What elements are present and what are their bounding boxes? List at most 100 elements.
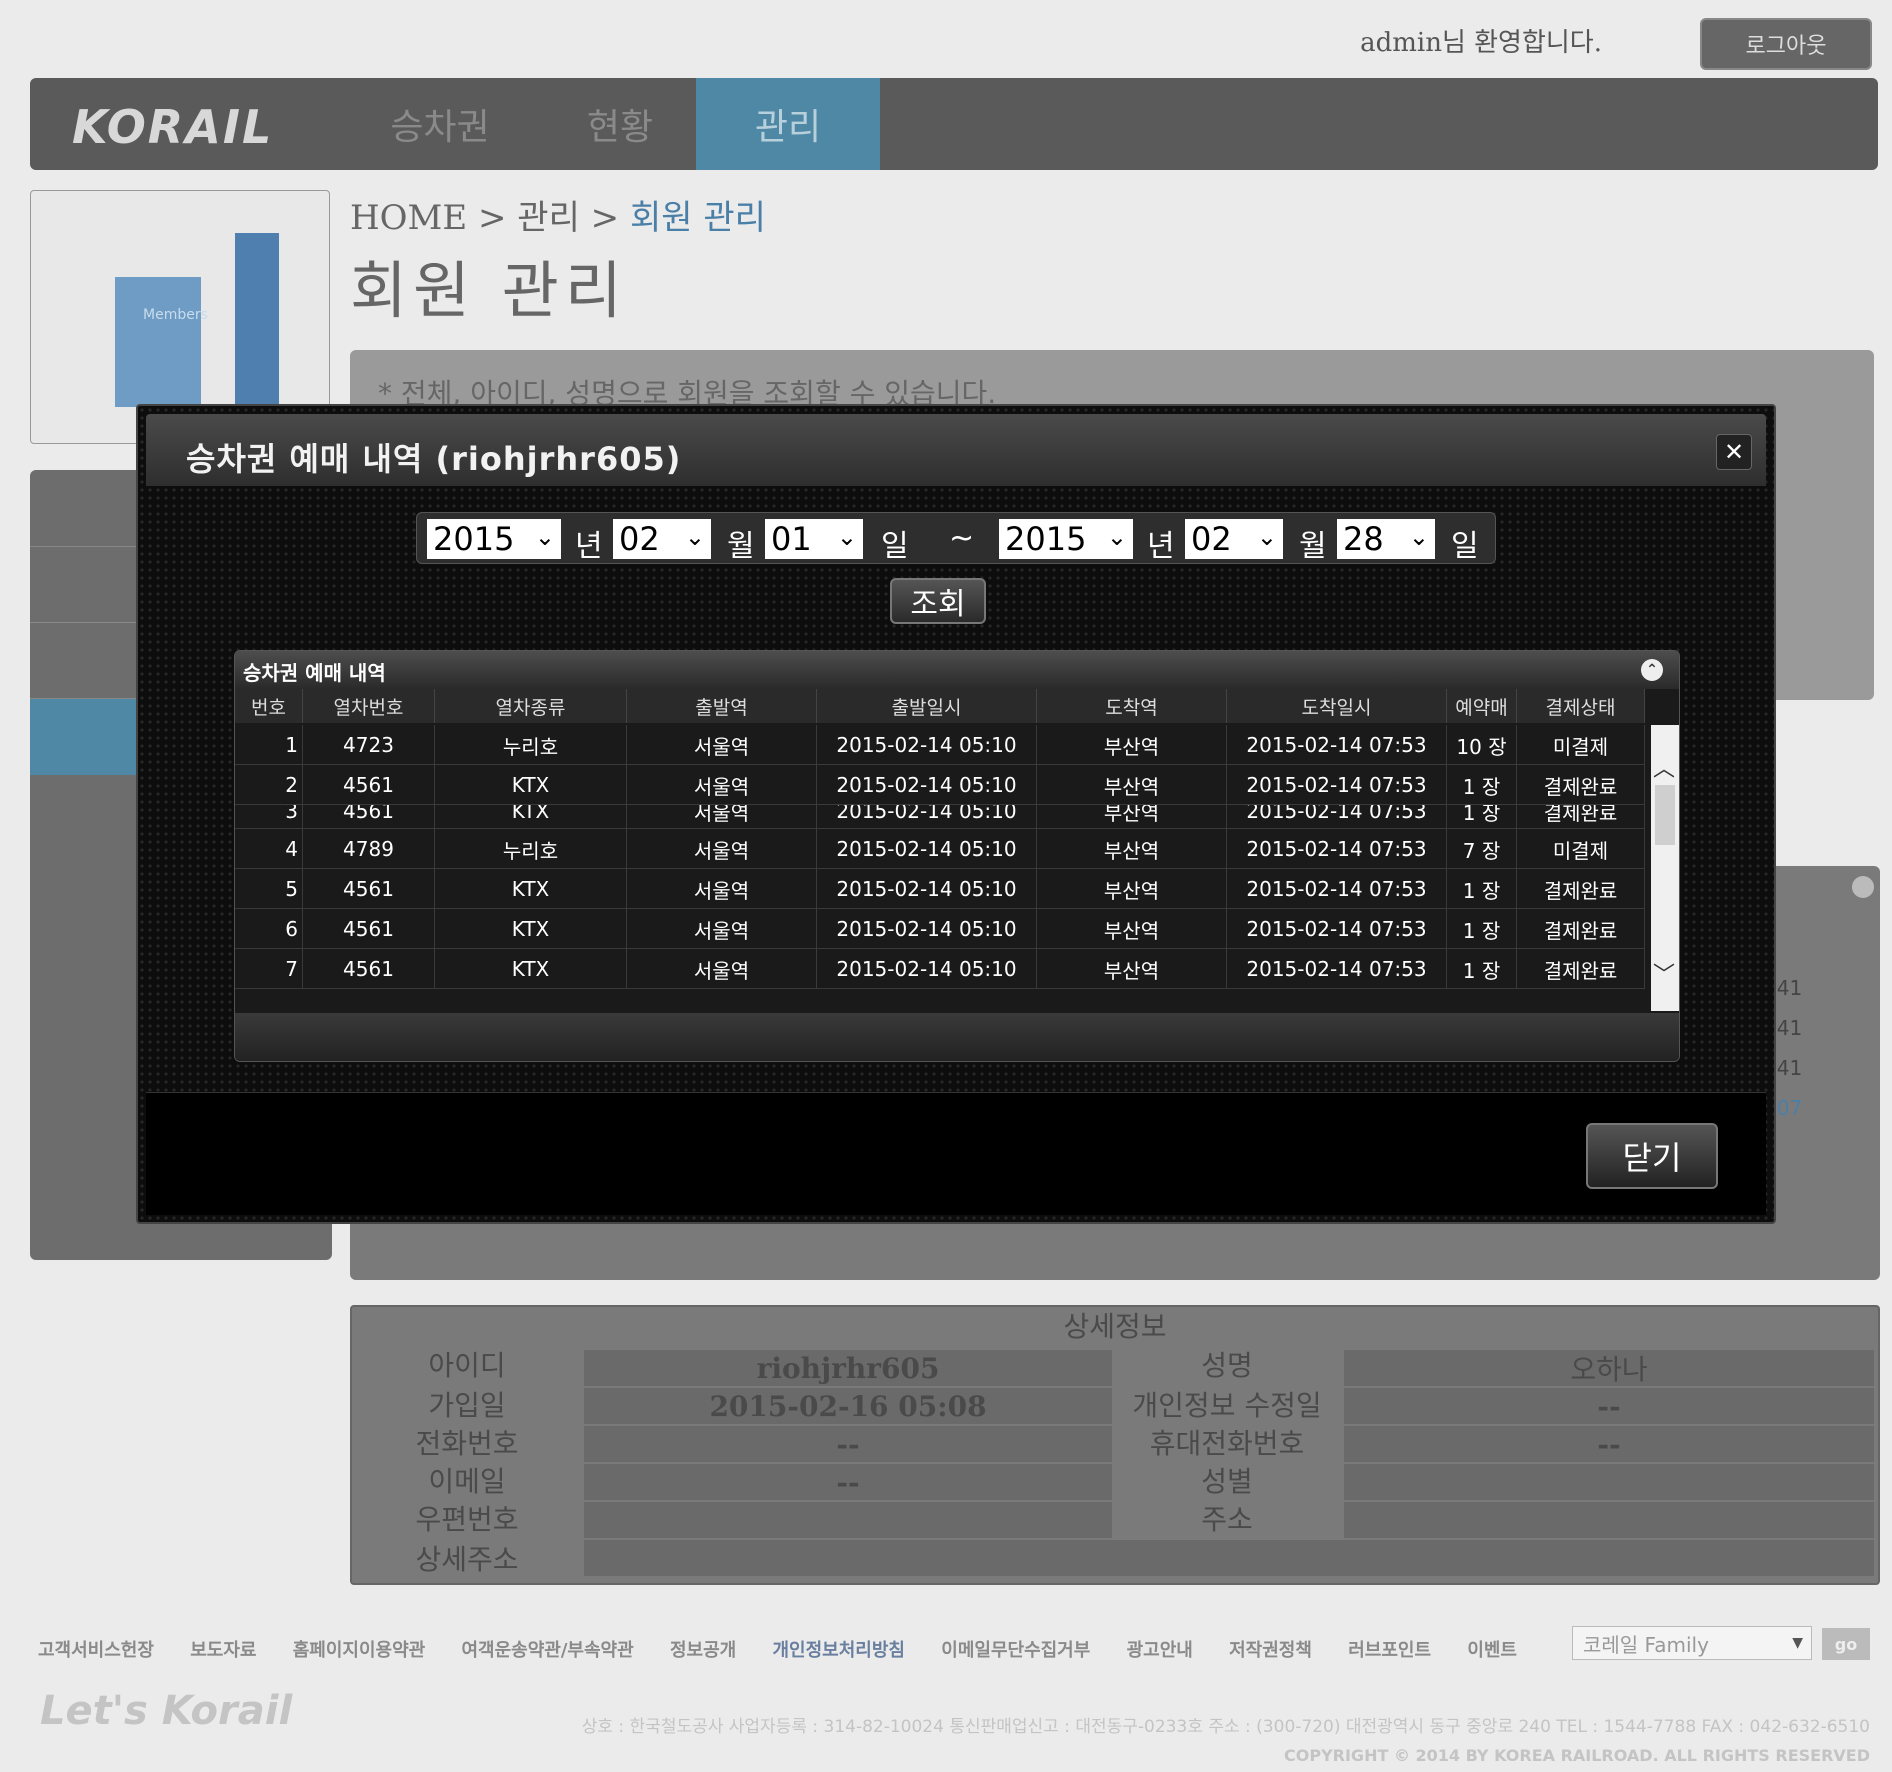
column-header[interactable]: 열차번호 [303,689,435,723]
collapse-icon[interactable]: ⌃ [1641,659,1663,681]
chevron-down-icon: ⌄ [534,523,555,551]
detail-label: 개인정보 수정일 [1132,1389,1322,1422]
modal-title: 승차권 예매 내역 (riohjrhr605) [186,440,682,478]
grid-title: 승차권 예매 내역 [243,661,386,685]
family-site-select[interactable]: 코레일 Family ▼ [1572,1626,1812,1660]
modal-titlebar[interactable]: 승차권 예매 내역 (riohjrhr605) ✕ [146,414,1766,486]
table-cell: 2015-02-14 05:10 [817,949,1037,989]
chevron-down-icon[interactable]: ﹀ [1653,957,1675,989]
table-cell: 10 장 [1447,725,1517,765]
breadcrumb: HOME > 관리 > 회원 관리 [350,190,766,239]
table-cell: 7 [235,949,303,989]
footer-link[interactable]: 개인정보처리방침 [773,1640,905,1661]
footer-link[interactable]: 광고안내 [1127,1640,1193,1661]
table-cell: 2015-02-14 05:10 [817,725,1037,765]
detail-label: 이메일 [428,1465,506,1498]
from-month-select[interactable]: 02 ⌄ [613,519,711,559]
footer-link[interactable]: 러브포인트 [1348,1640,1431,1661]
table-cell: KTX [435,909,627,949]
table-row[interactable]: 3 4561 KTX 서울역 2015-02-14 05:10 부산역 2015-02-14… [235,805,1645,829]
from-month-value: 02 [619,520,660,558]
logout-button[interactable]: 로그아웃 [1700,18,1872,70]
table-cell: KTX [435,805,627,828]
table-cell: 결제완료 [1517,869,1645,909]
footer-link[interactable]: 고객서비스헌장 [38,1640,154,1661]
table-cell: 4789 [303,829,435,869]
table-cell: 결제완료 [1517,805,1645,828]
range-separator: ~ [949,521,975,556]
detail-title: 상세정보 [1063,1310,1167,1343]
year-unit: 년 [575,529,603,564]
grid-body: 1 4723 누리호 서울역 2015-02-14 05:10 부산역 2015-02-14… [235,725,1645,1011]
footer-link[interactable]: 여객운송약관/부속약관 [462,1640,634,1661]
table-cell: 4561 [303,869,435,909]
breadcrumb-home[interactable]: HOME [350,198,467,238]
table-cell: 서울역 [627,949,817,989]
to-day-value: 28 [1343,520,1384,558]
top-navigation: KORAIL 승차권 현황 관리 [30,78,1878,170]
column-header[interactable]: 도착일시 [1227,689,1447,723]
column-header[interactable]: 출발일시 [817,689,1037,723]
table-row[interactable]: 1 4723 누리호 서울역 2015-02-14 05:10 부산역 2015-02-14… [235,725,1645,765]
chevron-down-icon: ⌄ [1106,523,1127,551]
table-cell: 4 [235,829,303,869]
table-row[interactable]: 5 4561 KTX 서울역 2015-02-14 05:10 부산역 2015-02-14… [235,869,1645,909]
nav-tab-manage[interactable]: 관리 [696,78,880,170]
to-year-value: 2015 [1005,520,1087,558]
column-header[interactable]: 결제상태 [1517,689,1645,723]
from-day-select[interactable]: 01 ⌄ [765,519,863,559]
chevron-down-icon: ⌄ [1256,523,1277,551]
footer-link[interactable]: 이메일무단수집거부 [941,1640,1090,1661]
month-unit: 월 [727,529,755,564]
scrollbar-thumb[interactable] [1655,785,1675,845]
table-cell: 부산역 [1037,725,1227,765]
table-cell: 부산역 [1037,909,1227,949]
close-icon[interactable]: ✕ [1716,434,1752,470]
go-button[interactable]: go [1822,1628,1870,1660]
footer-link[interactable]: 홈페이지이용약관 [293,1640,425,1661]
family-site-value: 코레일 Family [1583,1632,1709,1657]
breadcrumb-section[interactable]: 관리 [517,198,580,238]
table-row[interactable]: 7 4561 KTX 서울역 2015-02-14 05:10 부산역 2015-02-14… [235,949,1645,989]
nav-tab-status[interactable]: 현황 [530,78,710,170]
chevron-down-icon: ⌄ [836,523,857,551]
nav-tab-tickets[interactable]: 승차권 [350,78,530,170]
detail-label: 우편번호 [415,1503,519,1536]
from-year-select[interactable]: 2015 ⌄ [427,519,561,559]
korail-logo[interactable]: KORAIL [72,100,273,154]
footer-link[interactable]: 정보공개 [670,1640,736,1661]
detail-value: -- [1344,1426,1874,1462]
day-unit: 일 [1451,529,1479,564]
detail-value [584,1540,1874,1576]
table-row[interactable]: 4 4789 누리호 서울역 2015-02-14 05:10 부산역 2015-02-14… [235,829,1645,869]
close-button[interactable]: 닫기 [1586,1123,1718,1189]
footer-link[interactable]: 저작권정책 [1229,1640,1312,1661]
chevron-up-icon[interactable]: ︿ [1653,751,1675,783]
table-row[interactable]: 2 4561 KTX 서울역 2015-02-14 05:10 부산역 2015-02-14… [235,765,1645,805]
table-cell: 2015-02-14 05:10 [817,869,1037,909]
table-cell: 4561 [303,949,435,989]
vertical-scrollbar[interactable]: ︿ ﹀ [1651,725,1679,1011]
book-graphic [235,233,279,409]
month-unit: 월 [1299,529,1327,564]
table-cell: 3 [235,805,303,828]
column-header[interactable]: 번호 [235,689,303,723]
to-day-select[interactable]: 28 ⌄ [1337,519,1435,559]
collapse-icon[interactable] [1852,876,1874,898]
to-year-select[interactable]: 2015 ⌄ [999,519,1133,559]
footer-link[interactable]: 보도자료 [190,1640,256,1661]
to-month-value: 02 [1191,520,1232,558]
column-header[interactable]: 도착역 [1037,689,1227,723]
grid-footer [235,1013,1679,1061]
search-button[interactable]: 조회 [890,578,986,624]
footer-link[interactable]: 이벤트 [1467,1640,1517,1661]
footer-address: 상호 : 한국철도공사 사업자등록 : 314-82-10024 통신판매업신고… [581,1717,1870,1737]
to-month-select[interactable]: 02 ⌄ [1185,519,1283,559]
table-row[interactable]: 6 4561 KTX 서울역 2015-02-14 05:10 부산역 2015-02-14… [235,909,1645,949]
table-cell: 1 장 [1447,949,1517,989]
column-header[interactable]: 예약매 [1447,689,1517,723]
column-header[interactable]: 출발역 [627,689,817,723]
column-header[interactable]: 열차종류 [435,689,627,723]
from-year-value: 2015 [433,520,515,558]
from-day-value: 01 [771,520,812,558]
